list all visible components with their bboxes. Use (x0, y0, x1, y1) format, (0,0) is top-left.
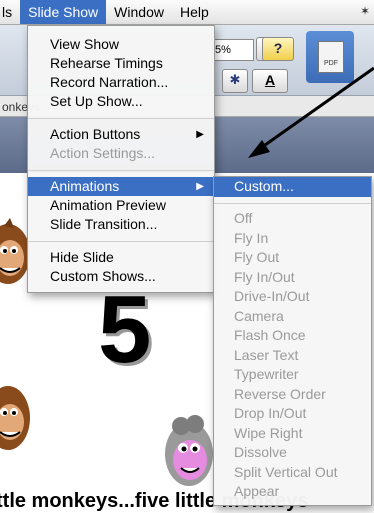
menu-separator (28, 241, 214, 242)
submenu-item-fly-out: Fly Out (234, 249, 280, 265)
menu-item-view-show[interactable]: View Show (28, 35, 214, 54)
animations-submenu: Custom... Off Fly In Fly Out Fly In/Out … (213, 176, 372, 506)
pdf-icon: PDF (318, 41, 344, 73)
menu-item-record-narration[interactable]: Record Narration... (28, 73, 214, 92)
submenu-item-appear: Appear (234, 483, 280, 499)
submenu-item-laser-text: Laser Text (234, 346, 299, 363)
menu-separator (28, 170, 214, 171)
monkey-image-left-top (0, 218, 30, 284)
menu-item-slide-transition[interactable]: Slide Transition... (28, 215, 214, 234)
menu-item-custom-shows[interactable]: Custom Shows... (28, 267, 214, 286)
text-effect-icon[interactable]: ✱ (222, 69, 248, 93)
pdf-export-button[interactable]: PDF (306, 31, 354, 83)
menu-item-label: Animations (50, 178, 120, 194)
menu-item-animation-preview[interactable]: Animation Preview (28, 196, 214, 215)
menu-item-set-up-show[interactable]: Set Up Show... (28, 92, 214, 111)
submenu-item-fly-in-out: Fly In/Out (234, 268, 295, 285)
submenu-item-drive-in-out: Drive-In/Out (234, 288, 310, 304)
submenu-item-wipe-right: Wipe Right (234, 424, 303, 441)
menu-item-hide-slide[interactable]: Hide Slide (28, 248, 214, 267)
menu-item-label: Action Buttons (50, 126, 141, 142)
system-status-icon[interactable]: ✶ (360, 4, 370, 18)
submenu-item-camera: Camera (234, 307, 284, 324)
submenu-item-fly-in: Fly In (234, 229, 269, 246)
menu-slide-show[interactable]: Slide Show (20, 0, 107, 24)
submenu-item-split-vertical-out: Split Vertical Out (234, 463, 338, 480)
menu-bar: ls Slide Show Window Help ✶ (0, 0, 374, 25)
monkey-image-left-bottom (0, 386, 30, 450)
submenu-item-off: Off (234, 210, 253, 226)
help-icon[interactable]: ? (262, 37, 294, 61)
submenu-arrow-icon: ▶ (196, 181, 204, 192)
menu-item-action-buttons[interactable]: Action Buttons ▶ (28, 125, 214, 144)
submenu-item-reverse-order: Reverse Order (234, 385, 326, 402)
submenu-item-typewriter: Typewriter (234, 366, 299, 382)
monkey-image-pink (165, 415, 213, 486)
menu-item-rehearse-timings[interactable]: Rehearse Timings (28, 54, 214, 73)
menu-separator (28, 118, 214, 119)
menu-item-animations[interactable]: Animations ▶ (28, 177, 214, 196)
submenu-item-drop-in-out: Drop In/Out (234, 405, 307, 421)
menu-window[interactable]: Window (106, 0, 172, 24)
menu-separator (214, 203, 371, 204)
submenu-item-custom[interactable]: Custom... (214, 177, 371, 197)
slide-show-menu: View Show Rehearse Timings Record Narrat… (27, 25, 215, 293)
slide-number-five: 5 (98, 276, 152, 383)
submenu-item-dissolve: Dissolve (234, 444, 287, 460)
menu-item-action-settings: Action Settings... (50, 145, 156, 161)
font-color-icon[interactable]: A (252, 69, 288, 93)
zoom-field[interactable]: 5% (212, 39, 254, 61)
submenu-item-flash-once: Flash Once (234, 327, 306, 343)
menu-tools[interactable]: ls (0, 0, 20, 24)
menu-help[interactable]: Help (172, 0, 217, 24)
submenu-arrow-icon: ▶ (196, 129, 204, 140)
